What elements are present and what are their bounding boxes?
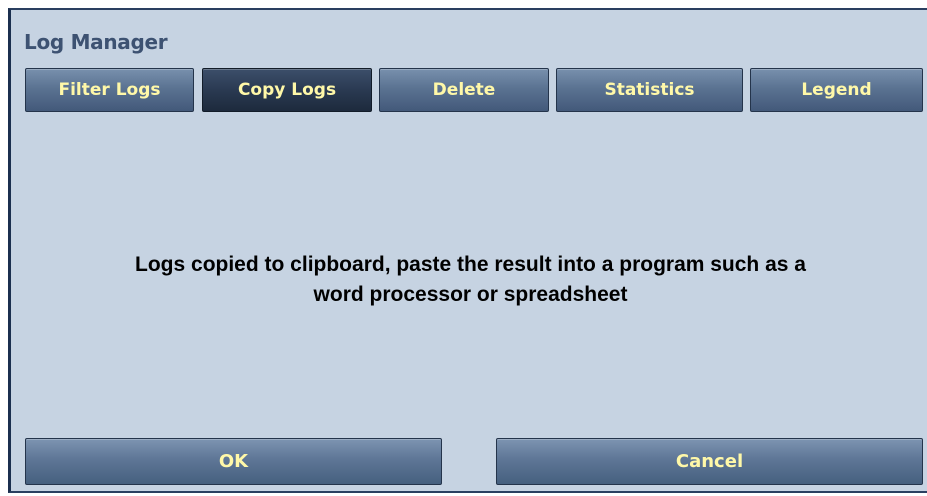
- ok-button[interactable]: OK: [25, 438, 442, 485]
- status-message: Logs copied to clipboard, paste the resu…: [11, 250, 927, 310]
- tab-filter-logs[interactable]: Filter Logs: [25, 68, 194, 112]
- dialog-title: Log Manager: [24, 30, 168, 54]
- tab-statistics[interactable]: Statistics: [556, 68, 743, 112]
- tab-copy-logs[interactable]: Copy Logs: [202, 68, 372, 112]
- tab-delete[interactable]: Delete: [379, 68, 549, 112]
- log-manager-dialog: Log Manager Filter Logs Copy Logs Delete…: [8, 8, 927, 493]
- status-message-line-1: Logs copied to clipboard, paste the resu…: [135, 253, 806, 276]
- cancel-button[interactable]: Cancel: [496, 438, 923, 485]
- tab-legend[interactable]: Legend: [750, 68, 923, 112]
- status-message-line-2: word processor or spreadsheet: [313, 283, 628, 306]
